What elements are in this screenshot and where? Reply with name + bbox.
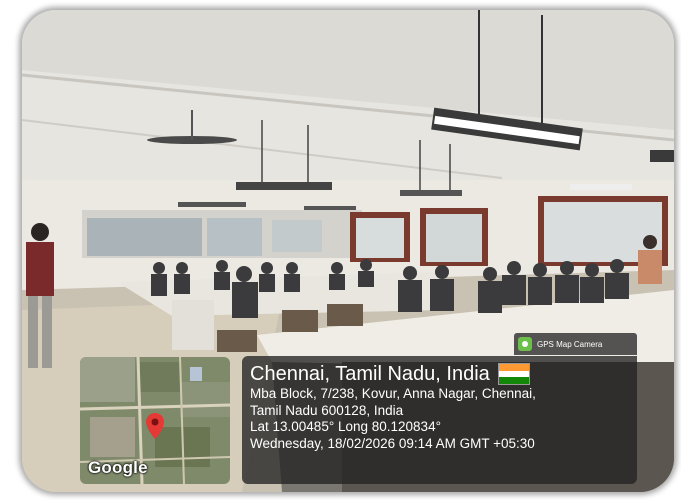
datetime-text: Wednesday, 18/02/2026 09:14 AM GMT +05:3…: [250, 435, 535, 451]
india-flag-icon: [497, 363, 530, 385]
address-line-2: Tamil Nadu 600128, India: [250, 402, 404, 418]
address-line-1: Mba Block, 7/238, Kovur, Anna Nagar, Che…: [250, 386, 536, 401]
location-title: Chennai, Tamil Nadu, India: [250, 362, 629, 386]
camera-app-icon: [518, 337, 532, 351]
location-minimap: Google: [80, 357, 230, 484]
gps-app-label: GPS Map Camera: [514, 333, 637, 355]
map-brand-logo: Google: [88, 458, 148, 477]
photo-frame: GPS Map Camera Google Chennai, Tamil Nad…: [22, 10, 674, 492]
geotag-info-box: Chennai, Tamil Nadu, India Mba Block, 7/…: [242, 356, 637, 484]
map-pin-icon: [146, 413, 164, 439]
gps-app-name: GPS Map Camera: [537, 339, 603, 349]
coordinates-text: Lat 13.00485° Long 80.120834°: [250, 419, 441, 434]
city-text: Chennai, Tamil Nadu, India: [250, 363, 490, 385]
